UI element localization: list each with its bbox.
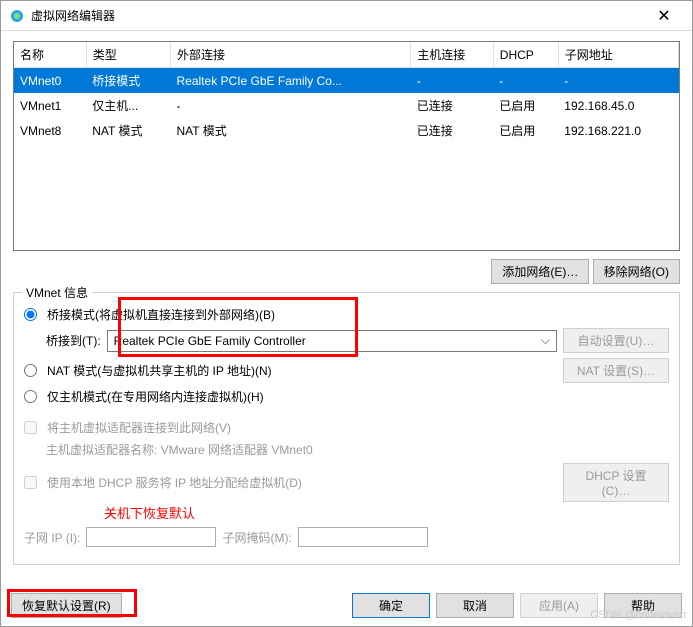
table-cell: 已启用 [493, 118, 558, 143]
bridge-to-label: 桥接到(T): [46, 332, 101, 349]
apply-button: 应用(A) [520, 593, 598, 618]
use-dhcp-checkbox [24, 476, 37, 489]
titlebar: 虚拟网络编辑器 ✕ [1, 1, 692, 31]
table-header[interactable]: 类型 [86, 42, 170, 68]
group-legend: VMnet 信息 [22, 284, 92, 301]
table-cell: VMnet1 [14, 93, 86, 118]
subnet-mask-label: 子网掩码(M): [222, 529, 291, 546]
connect-host-checkbox [24, 421, 37, 434]
table-header[interactable]: 外部连接 [171, 42, 411, 68]
cancel-button[interactable]: 取消 [436, 593, 514, 618]
network-table[interactable]: 名称类型外部连接主机连接DHCP子网地址 VMnet0桥接模式Realtek P… [13, 41, 680, 251]
nat-settings-button: NAT 设置(S)… [563, 358, 669, 383]
subnet-ip-label: 子网 IP (I): [24, 529, 80, 546]
window-title: 虚拟网络编辑器 [31, 7, 644, 24]
table-cell: 192.168.221.0 [558, 118, 678, 143]
bridge-mode-label: 桥接模式(将虚拟机直接连接到外部网络)(B) [47, 306, 275, 323]
table-cell: 已连接 [411, 93, 494, 118]
hostonly-mode-radio[interactable] [24, 390, 37, 403]
use-dhcp-label: 使用本地 DHCP 服务将 IP 地址分配给虚拟机(D) [47, 474, 302, 491]
table-header[interactable]: DHCP [493, 42, 558, 68]
table-cell: - [558, 68, 678, 94]
table-cell: 已启用 [493, 93, 558, 118]
table-cell: 已连接 [411, 118, 494, 143]
host-adapter-name: 主机虚拟适配器名称: VMware 网络适配器 VMnet0 [46, 441, 313, 458]
app-icon [9, 8, 25, 24]
bridge-mode-radio[interactable] [24, 308, 37, 321]
nat-mode-label: NAT 模式(与虚拟机共享主机的 IP 地址)(N) [47, 362, 272, 379]
table-cell: 桥接模式 [86, 68, 170, 94]
table-cell: NAT 模式 [171, 118, 411, 143]
table-row[interactable]: VMnet1仅主机...-已连接已启用192.168.45.0 [14, 93, 679, 118]
table-cell: VMnet0 [14, 68, 86, 94]
table-header[interactable]: 名称 [14, 42, 86, 68]
table-cell: - [171, 93, 411, 118]
table-header[interactable]: 主机连接 [411, 42, 494, 68]
table-cell: Realtek PCIe GbE Family Co... [171, 68, 411, 94]
dhcp-settings-button: DHCP 设置(C)… [563, 463, 669, 502]
table-row[interactable]: VMnet8NAT 模式NAT 模式已连接已启用192.168.221.0 [14, 118, 679, 143]
watermark: CSDN @codeloverr [590, 609, 687, 621]
vmnet-info-group: VMnet 信息 桥接模式(将虚拟机直接连接到外部网络)(B) 桥接到(T): … [13, 292, 680, 565]
subnet-mask-input [298, 527, 428, 547]
hostonly-mode-label: 仅主机模式(在专用网络内连接虚拟机)(H) [47, 388, 264, 405]
remove-network-button[interactable]: 移除网络(O) [593, 259, 680, 284]
auto-settings-button: 自动设置(U)… [563, 328, 669, 353]
bridge-adapter-combo[interactable]: Realtek PCIe GbE Family Controller [107, 330, 557, 352]
connect-host-label: 将主机虚拟适配器连接到此网络(V) [47, 419, 231, 436]
table-row[interactable]: VMnet0桥接模式Realtek PCIe GbE Family Co...-… [14, 68, 679, 94]
table-cell: VMnet8 [14, 118, 86, 143]
nat-mode-radio[interactable] [24, 364, 37, 377]
table-cell: 192.168.45.0 [558, 93, 678, 118]
close-icon[interactable]: ✕ [644, 6, 684, 26]
table-header[interactable]: 子网地址 [558, 42, 678, 68]
ok-button[interactable]: 确定 [352, 593, 430, 618]
subnet-ip-input [86, 527, 216, 547]
table-cell: NAT 模式 [86, 118, 170, 143]
table-cell: - [411, 68, 494, 94]
content-area: 名称类型外部连接主机连接DHCP子网地址 VMnet0桥接模式Realtek P… [1, 31, 692, 585]
add-network-button[interactable]: 添加网络(E)… [491, 259, 589, 284]
table-cell: 仅主机... [86, 93, 170, 118]
table-cell: - [493, 68, 558, 94]
restore-defaults-button[interactable]: 恢复默认设置(R) [11, 593, 122, 618]
red-annotation: 关机下恢复默认 [104, 506, 195, 521]
dialog-footer: 恢复默认设置(R) 确定 取消 应用(A) 帮助 [1, 585, 692, 626]
